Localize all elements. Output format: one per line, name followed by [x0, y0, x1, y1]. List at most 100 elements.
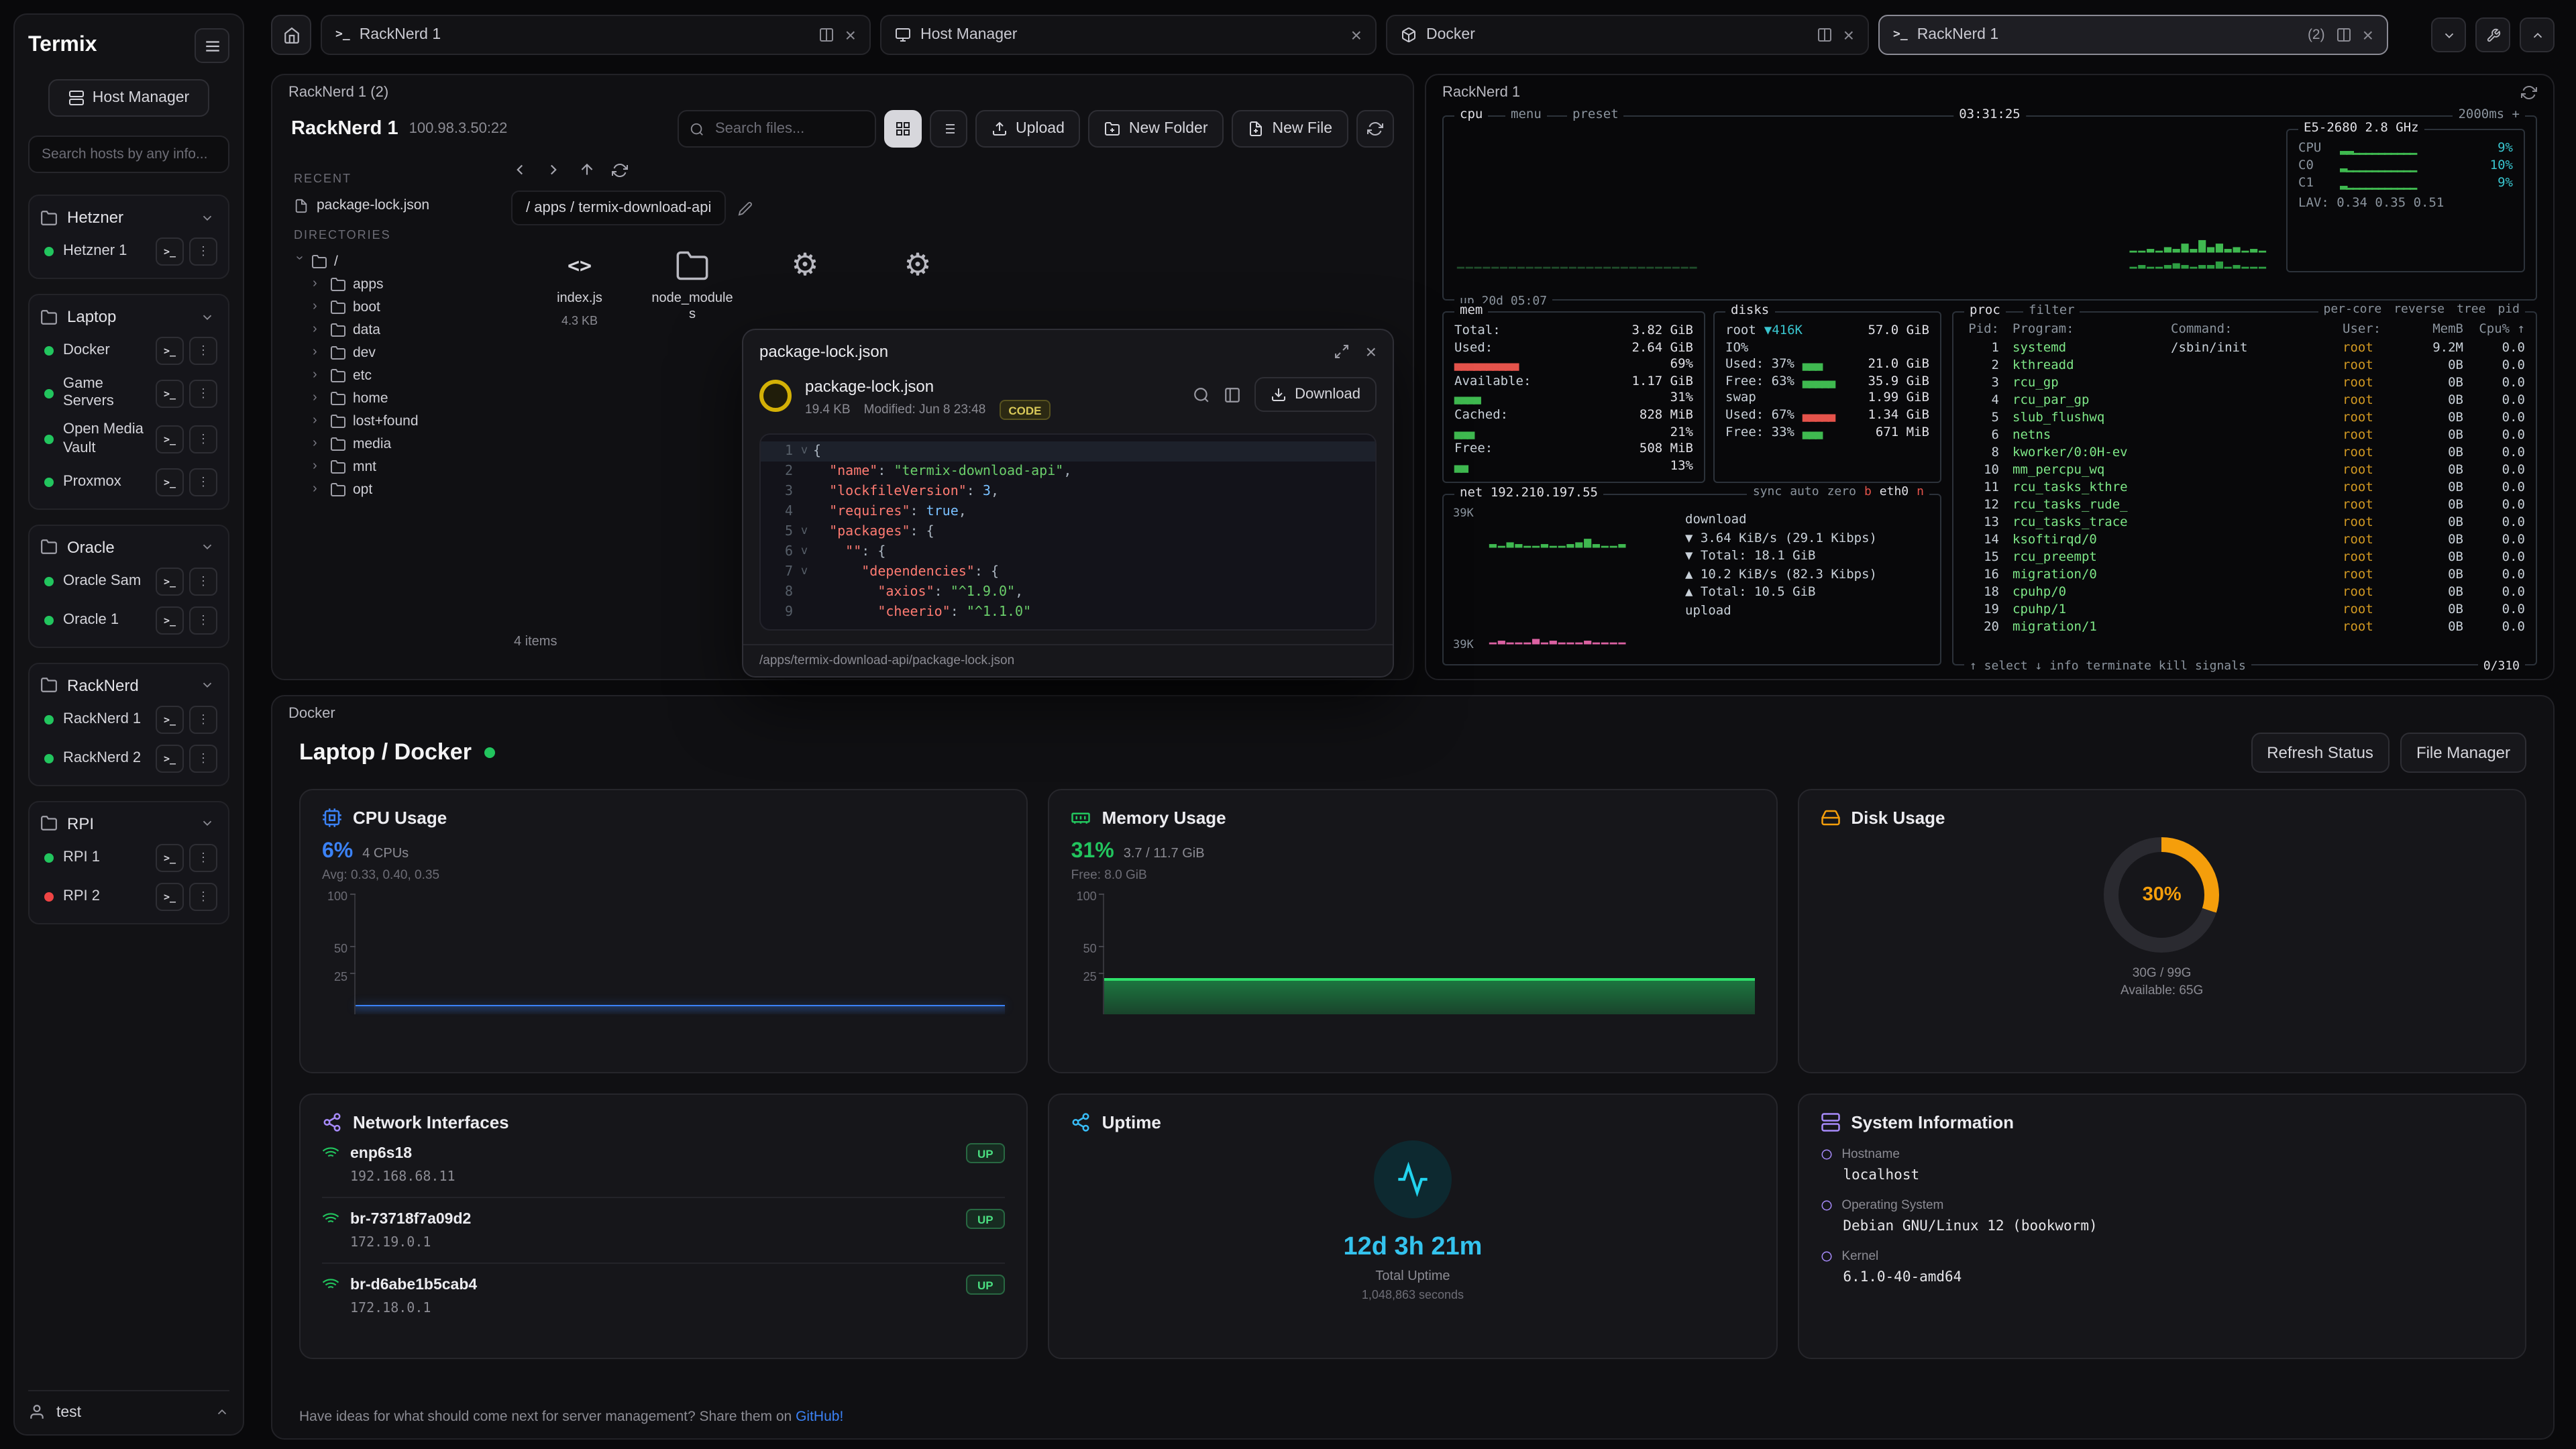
- host-menu-button[interactable]: ⋮: [189, 844, 217, 872]
- tab-racknerd-1-files[interactable]: >_ RackNerd 1 (2) ×: [1878, 15, 2388, 55]
- process-row[interactable]: 18 cpuhp/0 root 0B 0.0: [1964, 584, 2525, 601]
- reconnect-icon[interactable]: [2521, 85, 2537, 101]
- file-search[interactable]: [678, 110, 876, 148]
- tree-item[interactable]: › dev: [291, 341, 495, 364]
- process-row[interactable]: 4 rcu_par_gp root 0B 0.0: [1964, 392, 2525, 409]
- fold-icon[interactable]: v: [796, 562, 813, 582]
- tree-item[interactable]: › media: [291, 432, 495, 455]
- open-terminal-button[interactable]: >_: [156, 337, 184, 365]
- group-header[interactable]: Laptop: [36, 302, 221, 331]
- up-directory-button[interactable]: [578, 161, 596, 178]
- close-icon[interactable]: ×: [2363, 25, 2373, 44]
- process-row[interactable]: 12 rcu_tasks_rude_ root 0B 0.0: [1964, 496, 2525, 514]
- open-terminal-button[interactable]: >_: [156, 706, 184, 734]
- proc-footer-actions[interactable]: ↑ select ↓ info terminate kill signals: [1964, 660, 2251, 674]
- proc-option[interactable]: reverse: [2394, 303, 2445, 317]
- proc-filter-button[interactable]: filter: [2023, 303, 2080, 318]
- fold-icon[interactable]: [796, 462, 813, 482]
- tree-item[interactable]: › apps: [291, 272, 495, 295]
- process-row[interactable]: 19 cpuhp/1 root 0B 0.0: [1964, 601, 2525, 619]
- net-control[interactable]: n: [1917, 486, 1924, 499]
- breadcrumb[interactable]: / apps / termix-download-api: [511, 191, 726, 225]
- refresh-status-button[interactable]: Refresh Status: [2251, 733, 2390, 773]
- back-button[interactable]: [511, 161, 529, 178]
- chevron-down-icon[interactable]: [197, 210, 217, 225]
- split-view-icon[interactable]: [2336, 27, 2352, 43]
- proc-options[interactable]: per-corereversetreepid: [2318, 303, 2526, 317]
- host-item[interactable]: Docker >_ ⋮: [36, 331, 221, 370]
- edit-path-icon[interactable]: [738, 201, 753, 215]
- host-menu-button[interactable]: ⋮: [189, 337, 217, 365]
- process-row[interactable]: 5 slub_flushwq root 0B 0.0: [1964, 409, 2525, 427]
- host-item[interactable]: Oracle Sam >_ ⋮: [36, 562, 221, 601]
- group-header[interactable]: Hetzner: [36, 203, 221, 232]
- open-terminal-button[interactable]: >_: [156, 606, 184, 635]
- settings-button[interactable]: [2475, 17, 2510, 52]
- file-tile-index-js[interactable]: <> index.js 4.3 KB: [538, 247, 621, 327]
- new-file-button[interactable]: New File: [1232, 110, 1348, 148]
- net-controls[interactable]: syncautozerobeth0n: [1748, 486, 1929, 499]
- process-row[interactable]: 14 ksoftirqd/0 root 0B 0.0: [1964, 531, 2525, 549]
- open-terminal-button[interactable]: >_: [156, 568, 184, 596]
- tree-item[interactable]: › etc: [291, 364, 495, 386]
- file-manager-button[interactable]: File Manager: [2400, 733, 2526, 773]
- tab-list-button[interactable]: [2431, 17, 2466, 52]
- open-terminal-button[interactable]: >_: [156, 883, 184, 911]
- file-tile-config-2[interactable]: ⚙: [876, 247, 959, 284]
- process-row[interactable]: 3 rcu_gp root 0B 0.0: [1964, 374, 2525, 392]
- host-menu-button[interactable]: ⋮: [189, 425, 217, 453]
- host-item[interactable]: RPI 1 >_ ⋮: [36, 839, 221, 877]
- tree-item[interactable]: › data: [291, 318, 495, 341]
- host-menu-button[interactable]: ⋮: [189, 706, 217, 734]
- collapse-button[interactable]: [2520, 17, 2555, 52]
- net-control[interactable]: sync: [1753, 486, 1782, 499]
- file-tile-node-modules[interactable]: node_modules: [651, 247, 734, 323]
- host-item[interactable]: Open Media Vault >_ ⋮: [36, 417, 221, 463]
- tree-item[interactable]: › home: [291, 386, 495, 409]
- split-view-icon[interactable]: [818, 27, 835, 43]
- proc-option[interactable]: per-core: [2324, 303, 2382, 317]
- fold-icon[interactable]: [796, 502, 813, 522]
- open-editor-icon[interactable]: [1224, 386, 1241, 403]
- process-row[interactable]: 16 migration/0 root 0B 0.0: [1964, 566, 2525, 584]
- net-control[interactable]: zero: [1827, 486, 1856, 499]
- group-header[interactable]: RPI: [36, 809, 221, 839]
- host-menu-button[interactable]: ⋮: [189, 568, 217, 596]
- host-item[interactable]: Proxmox >_ ⋮: [36, 463, 221, 502]
- fold-icon[interactable]: v: [796, 542, 813, 562]
- host-menu-button[interactable]: ⋮: [189, 237, 217, 266]
- close-icon[interactable]: ×: [1351, 25, 1362, 44]
- chevron-down-icon[interactable]: [197, 309, 217, 324]
- tab-host-manager[interactable]: Host Manager ×: [880, 15, 1377, 55]
- chevron-up-icon[interactable]: [215, 1405, 229, 1419]
- group-header[interactable]: RackNerd: [36, 671, 221, 700]
- tree-root[interactable]: › /: [291, 250, 495, 272]
- host-item[interactable]: Oracle 1 >_ ⋮: [36, 601, 221, 640]
- fold-icon[interactable]: [796, 602, 813, 623]
- host-menu-button[interactable]: ⋮: [189, 745, 217, 773]
- github-link[interactable]: GitHub!: [796, 1409, 843, 1425]
- forward-button[interactable]: [545, 161, 562, 178]
- home-button[interactable]: [271, 15, 311, 55]
- btop-menu-button[interactable]: menu: [1505, 107, 1547, 122]
- fold-icon[interactable]: v: [796, 522, 813, 542]
- grid-view-button[interactable]: [884, 110, 922, 148]
- list-view-button[interactable]: [930, 110, 967, 148]
- btop-preset-button[interactable]: preset: [1567, 107, 1624, 122]
- tab-racknerd-1-terminal[interactable]: >_ RackNerd 1 ×: [321, 15, 871, 55]
- process-row[interactable]: 2 kthreadd root 0B 0.0: [1964, 357, 2525, 374]
- chevron-down-icon[interactable]: [197, 678, 217, 693]
- open-terminal-button[interactable]: >_: [156, 844, 184, 872]
- hamburger-menu-button[interactable]: [195, 28, 229, 63]
- host-menu-button[interactable]: ⋮: [189, 379, 217, 407]
- host-item[interactable]: RPI 2 >_ ⋮: [36, 877, 221, 916]
- open-terminal-button[interactable]: >_: [156, 425, 184, 453]
- host-item[interactable]: RackNerd 1 >_ ⋮: [36, 700, 221, 739]
- close-icon[interactable]: ×: [1843, 25, 1854, 44]
- process-row[interactable]: 11 rcu_tasks_kthre root 0B 0.0: [1964, 479, 2525, 496]
- host-item[interactable]: Hetzner 1 >_ ⋮: [36, 232, 221, 271]
- host-item[interactable]: Game Servers >_ ⋮: [36, 370, 221, 417]
- download-button[interactable]: Download: [1254, 377, 1377, 412]
- fold-icon[interactable]: v: [796, 441, 813, 462]
- fold-icon[interactable]: [796, 482, 813, 502]
